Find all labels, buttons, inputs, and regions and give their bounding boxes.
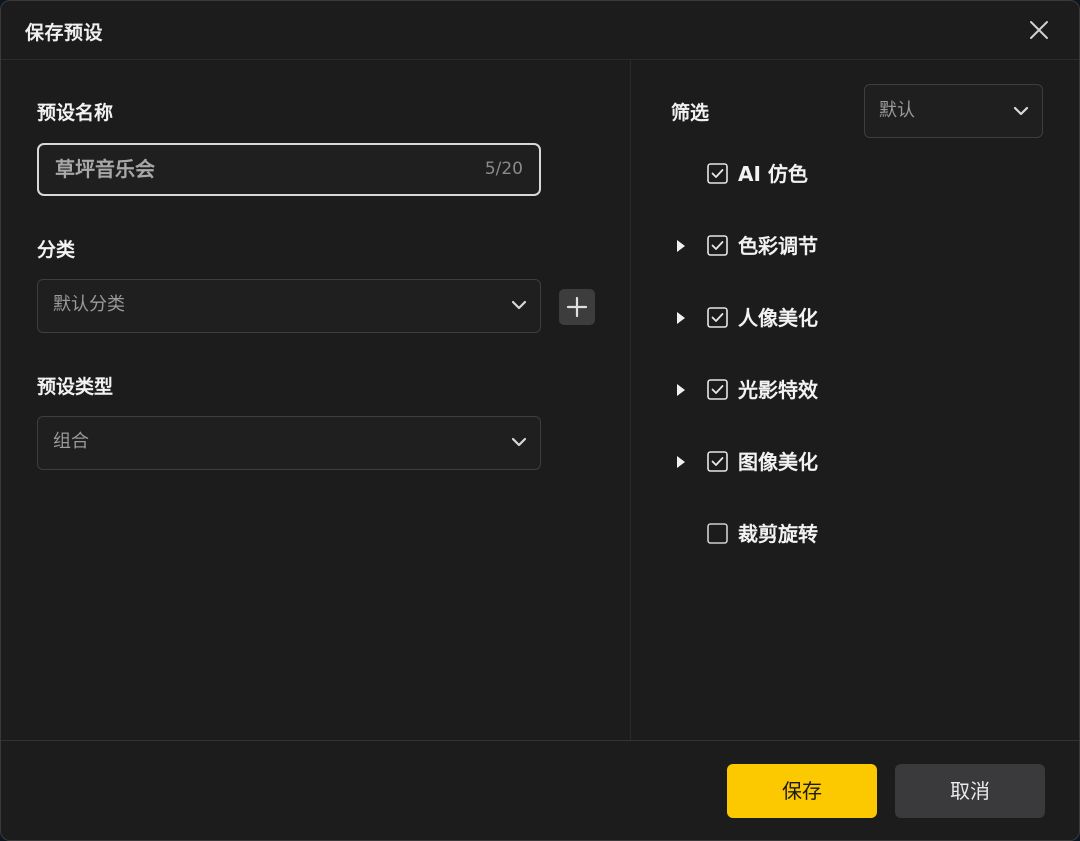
category-select[interactable]: 默认分类: [37, 279, 541, 333]
filter-item-label: 色彩调节: [738, 234, 818, 258]
chevron-down-icon: [1013, 106, 1029, 116]
filter-item-crop-rotate[interactable]: 裁剪旋转: [671, 519, 971, 549]
category-selected: 默认分类: [53, 294, 125, 315]
preset-type-label: 预设类型: [37, 376, 114, 398]
checkbox-checked-icon[interactable]: [707, 451, 728, 472]
checkbox-unchecked-icon[interactable]: [707, 523, 728, 544]
filter-item-label: 裁剪旋转: [738, 522, 818, 546]
filter-select[interactable]: 默认: [864, 84, 1043, 138]
column-divider: [630, 60, 631, 740]
add-category-button[interactable]: [559, 289, 595, 325]
filter-selected: 默认: [879, 100, 915, 121]
filter-item-portrait[interactable]: 人像美化: [671, 303, 971, 333]
filter-item-ai-color[interactable]: AI 仿色: [671, 159, 971, 189]
save-preset-dialog: 保存预设 预设名称 草坪音乐会 5/20 分类 默认分类 预设类型 组合 筛选 …: [0, 0, 1080, 841]
category-label: 分类: [37, 239, 76, 261]
preset-name-value: 草坪音乐会: [55, 157, 155, 181]
close-icon[interactable]: [1025, 16, 1053, 44]
chevron-down-icon: [511, 300, 527, 310]
footer-divider: [1, 740, 1079, 741]
filter-item-label: 光影特效: [738, 378, 818, 402]
preset-type-selected: 组合: [53, 431, 89, 452]
save-button[interactable]: 保存: [727, 764, 877, 818]
checkbox-checked-icon[interactable]: [707, 379, 728, 400]
checkbox-checked-icon[interactable]: [707, 235, 728, 256]
checkbox-checked-icon[interactable]: [707, 307, 728, 328]
filter-item-image-beautify[interactable]: 图像美化: [671, 447, 971, 477]
filter-item-label: AI 仿色: [738, 162, 808, 186]
plus-icon: [566, 296, 588, 318]
preset-type-select[interactable]: 组合: [37, 416, 541, 470]
header-divider: [1, 59, 1079, 60]
checkbox-checked-icon[interactable]: [707, 163, 728, 184]
cancel-button[interactable]: 取消: [895, 764, 1045, 818]
caret-right-icon[interactable]: [675, 239, 687, 253]
preset-name-label: 预设名称: [37, 102, 114, 124]
filter-label: 筛选: [671, 102, 710, 124]
caret-right-icon[interactable]: [675, 311, 687, 325]
char-counter: 5/20: [484, 159, 523, 179]
caret-right-icon[interactable]: [675, 455, 687, 469]
filter-item-light-effects[interactable]: 光影特效: [671, 375, 971, 405]
filter-item-label: 人像美化: [738, 306, 818, 330]
preset-name-input[interactable]: 草坪音乐会 5/20: [37, 143, 541, 196]
filter-item-label: 图像美化: [738, 450, 818, 474]
chevron-down-icon: [511, 437, 527, 447]
filter-item-color-adjust[interactable]: 色彩调节: [671, 231, 971, 261]
dialog-title: 保存预设: [25, 22, 104, 44]
caret-right-icon[interactable]: [675, 383, 687, 397]
